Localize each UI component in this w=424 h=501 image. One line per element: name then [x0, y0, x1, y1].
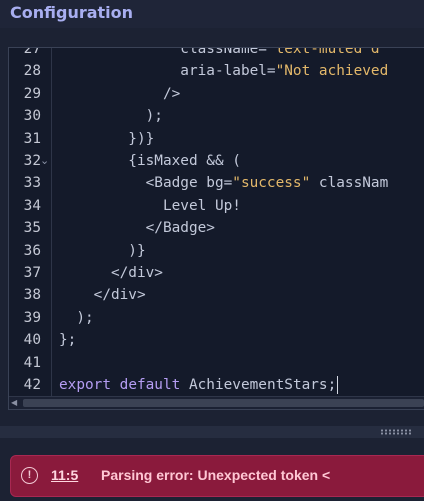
error-banner: ! 11:5 Parsing error: Unexpected token < — [10, 455, 424, 497]
error-message: Parsing error: Unexpected token < — [101, 467, 331, 483]
error-circle-icon: ! — [21, 467, 38, 484]
code-content[interactable]: className="text-muted d aria-label="Not … — [51, 48, 424, 398]
keyword-token: default — [119, 377, 181, 393]
line-number: 39 — [23, 309, 41, 326]
code-token: }; — [59, 332, 77, 349]
code-token: <Badge bg= — [59, 175, 233, 192]
code-line[interactable]: aria-label="Not achieved — [59, 60, 388, 82]
code-token: {isMaxed && ( — [59, 153, 241, 169]
code-line[interactable]: ); — [59, 105, 163, 127]
code-token: })} — [59, 130, 155, 147]
line-number: 28 — [23, 63, 41, 80]
code-line[interactable]: export default AchievementStars; — [59, 374, 339, 396]
code-token: )} — [59, 242, 146, 259]
code-token: classNam — [310, 175, 389, 192]
line-number: 30 — [23, 108, 41, 125]
code-line[interactable]: Level Up! — [59, 195, 241, 217]
code-line[interactable]: {isMaxed && ( — [59, 150, 241, 172]
keyword-token: export — [59, 377, 111, 393]
line-number: 37 — [23, 265, 41, 281]
fold-chevron-icon[interactable]: ⌄ — [40, 150, 50, 172]
code-token: ); — [59, 108, 163, 125]
panel-resize-divider[interactable] — [0, 426, 424, 438]
line-number: 35 — [23, 220, 41, 237]
horizontal-scrollbar[interactable]: ◀ — [9, 396, 424, 409]
scroll-left-icon[interactable]: ◀ — [11, 397, 17, 409]
code-token: </div> — [59, 287, 146, 304]
code-line[interactable]: </div> — [59, 262, 163, 284]
code-token: aria-label= — [59, 63, 276, 80]
code-token: /> — [59, 85, 181, 102]
line-number: 34 — [23, 197, 41, 214]
panel-title: Configuration — [10, 3, 134, 22]
line-number: 42 — [23, 377, 41, 393]
line-number: 29 — [23, 85, 41, 102]
text-cursor — [337, 376, 339, 394]
line-number: 33 — [23, 175, 41, 192]
line-number: 40 — [23, 332, 41, 349]
code-token: </Badge> — [59, 220, 215, 237]
code-line[interactable]: <Badge bg="success" classNam — [59, 172, 389, 194]
code-line[interactable]: )} — [59, 240, 146, 262]
error-location-link[interactable]: 11:5 — [51, 467, 78, 483]
line-number: 32 — [23, 153, 41, 169]
code-token: Level Up! — [59, 197, 241, 214]
string-token: "text-muted d — [266, 47, 380, 57]
string-token: "Not achieved — [275, 63, 389, 80]
line-number: 27 — [23, 47, 41, 57]
code-line[interactable]: ); — [59, 307, 94, 329]
scrollbar-thumb[interactable] — [23, 399, 424, 407]
panel-header: Configuration — [0, 0, 424, 28]
code-token: </div> — [59, 265, 163, 281]
string-token: "success" — [232, 175, 311, 192]
code-editor[interactable]: 27 28 29 30 31 32 ⌄ 33 34 35 36 37 38 39 40 41 42 classN… — [8, 47, 424, 410]
line-number-gutter: 27 28 29 30 31 32 ⌄ 33 34 35 36 37 38 39 40 41 42 — [9, 48, 52, 398]
code-line[interactable]: </Badge> — [59, 217, 215, 239]
code-token: className= — [180, 47, 267, 57]
code-line[interactable]: className="text-muted d — [59, 47, 380, 60]
code-line[interactable]: </div> — [59, 284, 146, 306]
code-token: ); — [59, 309, 94, 326]
line-number: 38 — [23, 287, 41, 304]
code-line[interactable]: })} — [59, 128, 154, 150]
resize-grip-icon[interactable] — [380, 429, 412, 435]
code-token: AchievementStars; — [180, 377, 337, 393]
line-number: 31 — [23, 130, 41, 147]
line-number: 41 — [23, 354, 41, 371]
code-line[interactable]: }; — [59, 329, 76, 351]
line-number: 36 — [23, 242, 41, 259]
code-line[interactable]: /> — [59, 83, 180, 105]
